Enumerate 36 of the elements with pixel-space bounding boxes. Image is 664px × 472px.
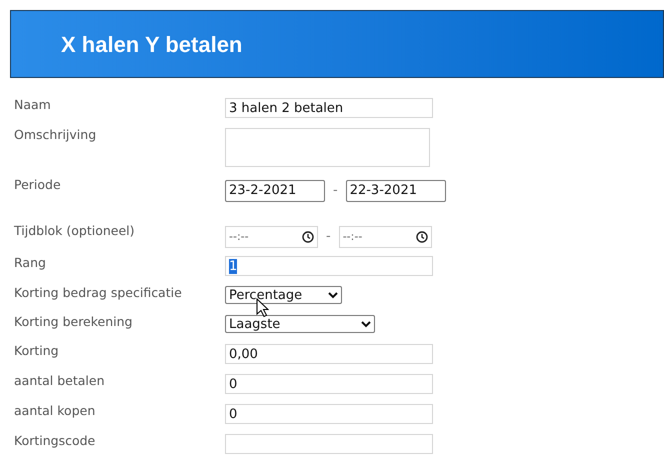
textarea-field[interactable] xyxy=(225,128,430,167)
field-label: Kortingscode xyxy=(14,432,96,450)
dropdown[interactable]: Laagste xyxy=(225,315,375,333)
field-label: Periode xyxy=(14,176,62,194)
range-separator: - xyxy=(333,182,338,200)
field-label: aantal kopen xyxy=(14,402,96,420)
text-field[interactable]: 0 xyxy=(225,374,433,394)
date-field[interactable]: 23-2-2021 xyxy=(225,180,325,202)
date-field[interactable]: 22-3-2021 xyxy=(346,180,446,202)
field-label: Omschrijving xyxy=(14,126,98,144)
field-value: 0 xyxy=(229,376,238,392)
clock-icon xyxy=(302,231,314,243)
field-label: Tijdblok (optioneel) xyxy=(14,222,136,240)
clock-icon xyxy=(416,231,428,243)
text-field[interactable]: 0,00 xyxy=(225,344,433,364)
field-label: Korting bedrag specificatie xyxy=(14,284,183,302)
range-separator: - xyxy=(326,228,331,246)
text-field[interactable] xyxy=(225,434,433,454)
field-label: aantal betalen xyxy=(14,372,106,390)
page-title: X halen Y betalen xyxy=(61,30,242,58)
chevron-down-icon xyxy=(361,320,371,328)
field-label: Korting xyxy=(14,342,60,360)
field-label: Korting berekening xyxy=(14,313,134,331)
text-field[interactable]: 0 xyxy=(225,404,433,424)
time-field[interactable]: --:-- xyxy=(338,226,432,248)
field-label: Naam xyxy=(14,96,52,114)
text-field[interactable]: 3 halen 2 betalen xyxy=(225,98,433,118)
field-value: 3 halen 2 betalen xyxy=(229,100,344,116)
dropdown[interactable]: Percentage xyxy=(225,286,342,304)
field-value: 1 xyxy=(229,258,238,274)
chevron-down-icon xyxy=(328,292,338,298)
field-label: Rang xyxy=(14,254,47,272)
text-field[interactable]: 1 xyxy=(225,256,433,276)
field-value: 0 xyxy=(229,406,238,422)
field-value: 0,00 xyxy=(229,346,258,362)
time-field[interactable]: --:-- xyxy=(225,226,318,248)
